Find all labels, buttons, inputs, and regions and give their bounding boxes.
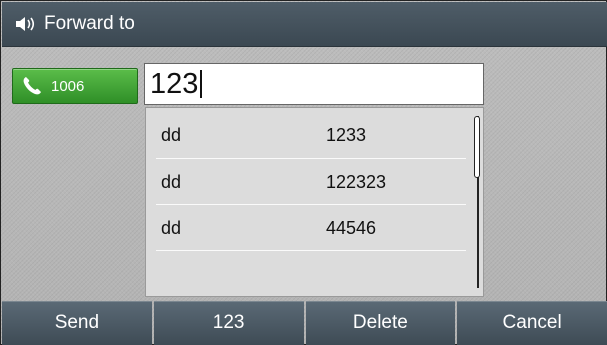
contact-name: dd [161, 171, 182, 192]
speaker-icon [14, 14, 42, 34]
contact-number: 1233 [326, 124, 367, 145]
contact-name: dd [161, 124, 182, 145]
number-input[interactable]: 123 [144, 63, 484, 105]
text-caret [200, 70, 203, 98]
title-bar: Forward to [2, 2, 607, 47]
delete-button[interactable]: Delete [305, 301, 456, 345]
list-item[interactable]: dd 122323 [146, 159, 466, 205]
scrollbar-thumb[interactable] [474, 116, 480, 178]
contact-name: dd [161, 217, 182, 238]
line-key-label: 1006 [51, 77, 85, 95]
divider [156, 250, 466, 251]
contact-list: dd 1233 dd 122323 dd 44546 [145, 107, 484, 297]
contact-number: 44546 [326, 217, 377, 238]
contact-number: 122323 [326, 171, 387, 192]
list-item[interactable]: dd 1233 [146, 112, 466, 158]
number-input-value: 123 [150, 67, 199, 100]
page-title: Forward to [44, 13, 135, 34]
line-key-button[interactable]: 1006 [12, 68, 138, 104]
list-item[interactable]: dd 44546 [146, 205, 466, 251]
input-mode-button[interactable]: 123 [153, 301, 304, 345]
softkey-bar: Send 123 Delete Cancel [2, 301, 607, 345]
phone-screen: Forward to 1006 123 dd 1233 dd 122323 dd… [0, 0, 607, 345]
cancel-button[interactable]: Cancel [457, 301, 607, 345]
phone-icon [21, 75, 43, 97]
send-button[interactable]: Send [2, 301, 152, 345]
